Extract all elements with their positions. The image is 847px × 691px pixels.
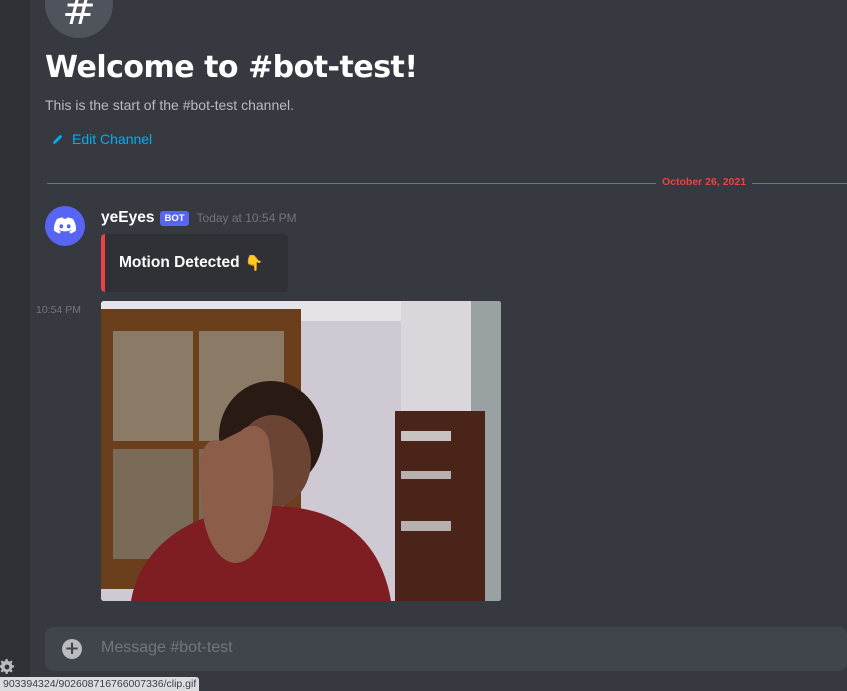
bot-badge: BOT xyxy=(160,210,189,226)
hover-timestamp: 10:54 PM xyxy=(36,304,81,316)
pointing-down-emoji-icon: 👇 xyxy=(244,254,264,272)
message-timestamp: Today at 10:54 PM xyxy=(196,211,297,225)
webcam-image-attachment[interactable] xyxy=(101,301,501,601)
message-input[interactable]: Message #bot-test xyxy=(101,639,233,657)
server-sidebar-edge xyxy=(0,0,30,691)
plus-icon: + xyxy=(64,637,80,659)
message-embed: Motion Detected 👇 xyxy=(101,234,288,292)
webcam-photo-icon xyxy=(101,301,501,601)
edit-channel-link[interactable]: Edit Channel xyxy=(52,131,152,147)
avatar[interactable] xyxy=(45,206,85,246)
welcome-title: Welcome to #bot-test! xyxy=(45,50,418,85)
channel-hash-icon: # xyxy=(45,0,113,38)
message-composer[interactable]: + Message #bot-test xyxy=(45,627,847,671)
gear-icon[interactable] xyxy=(0,659,15,675)
message-header: yeEyes BOT Today at 10:54 PM xyxy=(101,209,297,227)
status-url: 903394324/902608716766007336/clip.gif xyxy=(0,677,200,691)
add-attachment-button[interactable]: + xyxy=(62,637,82,659)
date-divider-label: October 26, 2021 xyxy=(656,176,753,188)
author-name[interactable]: yeEyes xyxy=(101,209,154,227)
channel-start-text: This is the start of the #bot-test chann… xyxy=(45,97,295,113)
chat-area: # Welcome to #bot-test! This is the star… xyxy=(30,0,847,691)
embed-title: Motion Detected xyxy=(119,254,240,271)
edit-channel-label: Edit Channel xyxy=(72,131,153,147)
discord-logo-icon xyxy=(53,217,77,234)
pencil-icon xyxy=(53,134,63,144)
